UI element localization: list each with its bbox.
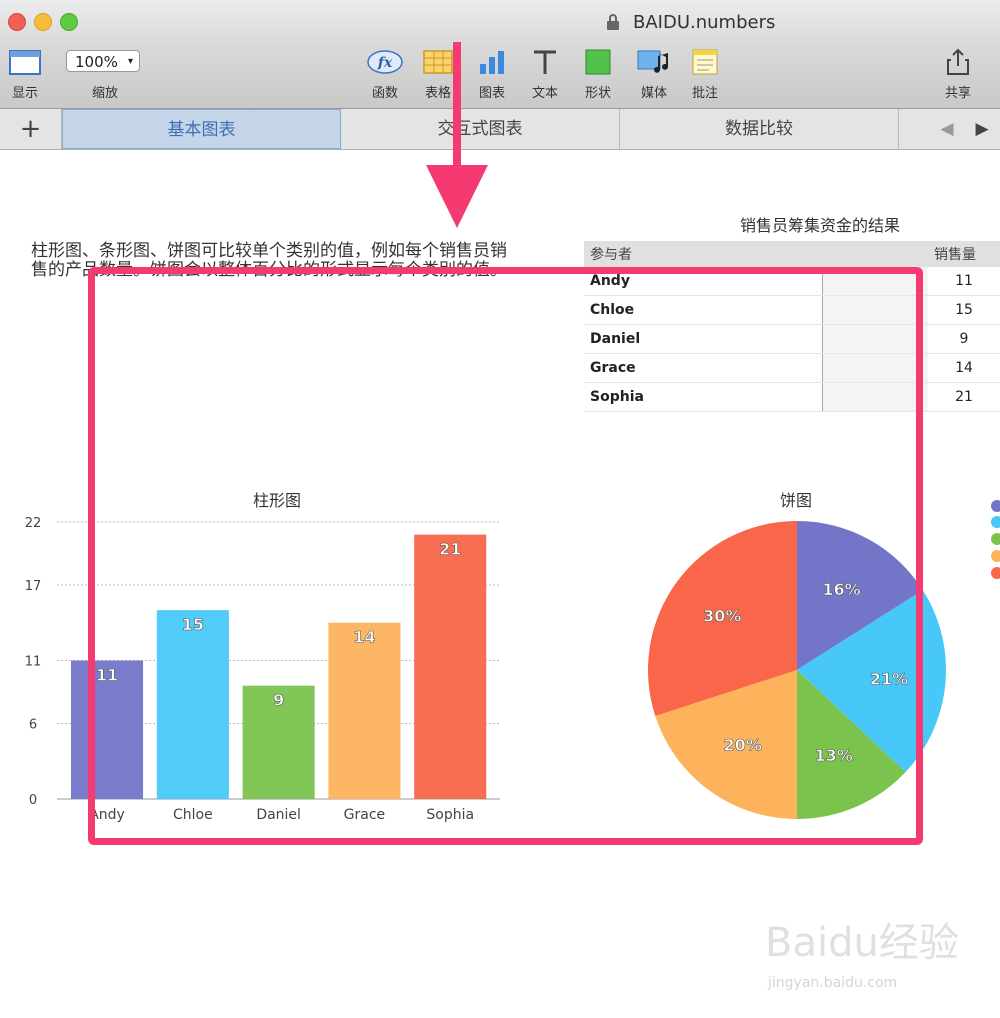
text-label: 文本 — [531, 86, 558, 101]
tab-scroll-right-button[interactable]: ▶ — [964, 109, 1000, 149]
legend-dot-grace — [991, 550, 1000, 562]
lock-icon — [607, 14, 619, 30]
tab-basic-charts[interactable]: 基本图表 — [62, 109, 341, 149]
legend-dot-daniel — [991, 533, 1000, 545]
minimize-button[interactable] — [34, 13, 52, 31]
comment-icon — [692, 49, 718, 75]
table-cell[interactable]: 21 — [928, 382, 1000, 412]
highlight-frame — [88, 267, 923, 845]
y-tick-label: 11 — [25, 655, 42, 670]
window-title: BAIDU.numbers — [633, 12, 776, 33]
comment-label: 批注 — [691, 86, 718, 101]
chevron-down-icon: ▾ — [127, 56, 133, 67]
y-tick-label: 0 — [29, 793, 37, 808]
watermark-logo: Baidu经验 — [765, 920, 959, 966]
table-header: 销售量 — [928, 241, 1000, 267]
tab-label: 基本图表 — [167, 120, 236, 140]
zoom-label: 缩放 — [92, 86, 119, 101]
zoom-button[interactable] — [60, 13, 78, 31]
table-cell[interactable]: 11 — [928, 267, 1000, 296]
function-icon: fx — [367, 50, 403, 74]
svg-text:fx: fx — [377, 55, 393, 71]
tab-label: 数据比较 — [725, 119, 793, 139]
table-title: 销售员筹集资金的结果 — [740, 216, 901, 235]
table-header-row: 参与者 销售量 — [584, 241, 1000, 267]
share-icon — [947, 48, 969, 75]
shape-label: 形状 — [584, 86, 611, 101]
y-tick-label: 6 — [29, 717, 37, 732]
tab-scroll-left-button[interactable]: ◀ — [930, 109, 964, 149]
plus-icon: + — [19, 114, 42, 144]
view-icon — [9, 50, 41, 75]
media-button[interactable]: 媒体 — [636, 48, 672, 101]
function-label: 函数 — [371, 86, 398, 101]
function-button[interactable]: fx 函数 — [366, 48, 404, 101]
share-button[interactable]: 共享 — [943, 48, 973, 101]
legend-dot-andy — [991, 500, 1000, 512]
shape-icon — [585, 49, 611, 75]
zoom-value: 100% — [75, 53, 118, 71]
table-cell[interactable]: 14 — [928, 353, 1000, 383]
title-bar: BAIDU.numbers — [0, 0, 1000, 46]
chevron-right-icon: ▶ — [975, 119, 989, 139]
view-label: 显示 — [11, 86, 38, 101]
comment-button[interactable]: 批注 — [690, 48, 720, 101]
shape-button[interactable]: 形状 — [583, 48, 613, 101]
close-button[interactable] — [8, 13, 26, 31]
arrow-down-icon — [426, 42, 488, 228]
media-icon — [637, 50, 668, 73]
chevron-left-icon: ◀ — [940, 119, 954, 139]
tab-data-comparison[interactable]: 数据比较 — [620, 109, 899, 149]
sheet-tab-bar: + 基本图表 交互式图表 数据比较 ◀ ▶ — [0, 109, 1000, 150]
y-tick-label: 17 — [25, 579, 42, 594]
text-button[interactable]: 文本 — [530, 48, 560, 101]
y-tick-label: 22 — [25, 516, 42, 531]
legend-dot-sophia — [991, 567, 1000, 579]
media-label: 媒体 — [640, 86, 667, 101]
table-cell[interactable]: 15 — [928, 295, 1000, 325]
view-button[interactable]: 显示 — [8, 48, 42, 101]
watermark-url: jingyan.baidu.com — [768, 975, 898, 991]
table-header: 参与者 — [584, 241, 928, 267]
share-label: 共享 — [944, 86, 971, 101]
text-icon — [534, 50, 556, 74]
zoom-select[interactable]: 100% ▾ — [66, 50, 140, 72]
add-sheet-button[interactable]: + — [0, 109, 62, 149]
table-cell[interactable]: 9 — [928, 324, 1000, 354]
legend-dot-chloe — [991, 516, 1000, 528]
